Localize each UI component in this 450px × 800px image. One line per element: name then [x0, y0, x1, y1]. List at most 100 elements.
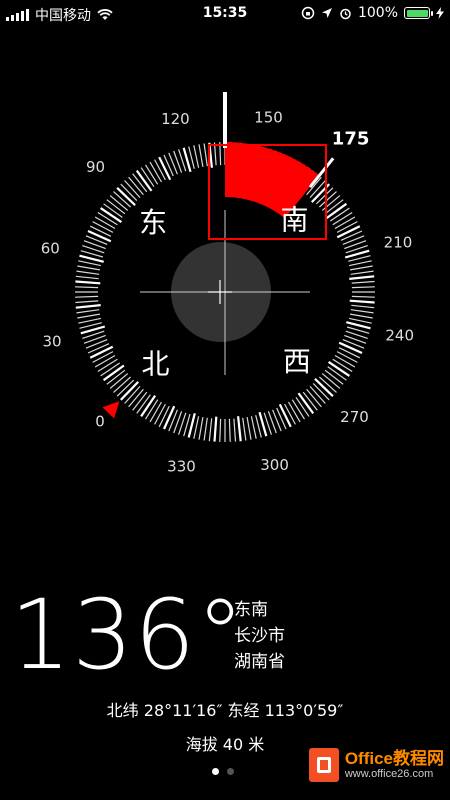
degree-label: 60 — [41, 240, 60, 258]
compass-tick — [350, 309, 374, 314]
compass-tick — [338, 341, 363, 355]
compass-tick — [276, 407, 287, 430]
compass-tick — [349, 299, 375, 304]
compass-tick — [287, 401, 301, 423]
compass-tick — [237, 416, 242, 442]
compass-tick — [77, 313, 101, 319]
compass-tick — [233, 418, 237, 442]
compass-tick — [336, 351, 358, 363]
heading-province: 湖南省 — [234, 652, 285, 672]
compass-tick — [158, 156, 172, 181]
compass-tick — [228, 418, 231, 442]
compass-tick — [92, 221, 114, 233]
compass-tick — [162, 405, 176, 430]
compass-tick — [89, 345, 114, 359]
heading-info: 东南 长沙市 湖南省 — [234, 597, 285, 675]
heading-city: 长沙市 — [234, 626, 285, 646]
compass-tick — [193, 416, 200, 439]
compass-tick — [124, 180, 141, 199]
compass-tick — [332, 211, 353, 226]
compass-tick — [97, 358, 118, 373]
compass-tick — [144, 164, 159, 185]
compass-tick — [154, 159, 166, 181]
page-dot-1[interactable] — [212, 768, 219, 775]
compass-tick — [158, 405, 170, 428]
compass-tick — [76, 309, 100, 314]
compass-tick — [78, 260, 101, 267]
compass-tick — [87, 229, 112, 243]
compass-tick — [92, 351, 114, 363]
target-bearing-label: 175 — [332, 128, 370, 149]
compass-tick — [75, 304, 101, 309]
degree-label: 270 — [340, 408, 369, 426]
compass-tick — [87, 343, 110, 354]
watermark-text: Office教程网 www.office26.com — [344, 749, 444, 781]
compass-tick — [106, 199, 126, 215]
degree-label: 330 — [167, 458, 196, 476]
compass-tick — [75, 300, 99, 304]
compass-tick — [321, 195, 341, 211]
cardinal-west: 西 — [283, 345, 311, 378]
compass-tick — [213, 416, 218, 442]
compass-tick — [351, 286, 375, 289]
compass-tick — [75, 275, 99, 280]
compass-tick — [78, 317, 101, 324]
compass-tick — [309, 385, 326, 404]
compass-tick — [128, 388, 144, 408]
watermark-url: www.office26.com — [344, 768, 434, 781]
degree-label: 300 — [260, 456, 289, 474]
compass-tick — [336, 225, 361, 239]
compass-tick — [349, 275, 375, 280]
degree-label: 90 — [86, 158, 105, 176]
degree-label: 30 — [42, 333, 61, 351]
compass-tick — [77, 265, 101, 271]
compass-tick — [149, 161, 163, 183]
degree-label: 0 — [95, 413, 105, 431]
compass-tick — [349, 265, 373, 271]
compass-tick — [89, 225, 112, 237]
compass-tick — [278, 403, 292, 428]
compass-tick — [94, 216, 116, 230]
office-logo-icon — [308, 748, 339, 782]
compass-tick — [291, 399, 306, 420]
compass-tick — [250, 416, 257, 439]
heading-readout: 136° 东南 长沙市 湖南省 — [10, 585, 440, 685]
compass-tick — [203, 143, 208, 167]
coordinates-text: 北纬 28°11′16″ 东经 113°0′59″ — [106, 701, 344, 720]
compass-tick — [75, 280, 101, 285]
compass-tick — [340, 230, 363, 241]
compass-tick — [246, 416, 252, 440]
compass-tick — [193, 145, 200, 168]
degree-label: 150 — [254, 108, 283, 126]
compass-tick — [109, 195, 129, 211]
heading-degrees: 136° — [10, 579, 246, 691]
compass-tick — [75, 295, 99, 298]
compass-tick — [334, 354, 356, 368]
cardinal-east: 东 — [139, 206, 167, 239]
degree-label: 240 — [385, 327, 414, 345]
compass-tick — [321, 373, 341, 389]
compass-tick — [334, 216, 356, 230]
compass-tick — [349, 260, 372, 267]
compass-tick — [351, 280, 375, 284]
compass-dial[interactable]: 175 0 30 60 90 120 150 210 240 270 300 330 东 南 北 西 — [0, 0, 450, 560]
page-dot-2[interactable] — [227, 768, 234, 775]
compass-tick — [242, 417, 247, 441]
degree-label: 210 — [384, 233, 413, 251]
compass-tick — [284, 403, 296, 425]
compass-tick — [350, 270, 374, 275]
compass-tick — [349, 317, 372, 324]
compass-tick — [163, 154, 174, 177]
compass-tick — [349, 313, 373, 319]
watermark: Office教程网 www.office26.com — [308, 748, 444, 782]
compass-tick — [113, 376, 132, 393]
cardinal-north: 北 — [141, 347, 169, 380]
compass-tick — [94, 354, 116, 368]
compass-tick — [154, 403, 166, 425]
degree-label: 120 — [161, 110, 190, 128]
page-indicator[interactable] — [212, 768, 234, 775]
compass-tick — [109, 373, 129, 389]
compass-tick — [198, 144, 204, 168]
compass-tick — [198, 416, 204, 440]
north-indicator-icon — [102, 401, 120, 419]
